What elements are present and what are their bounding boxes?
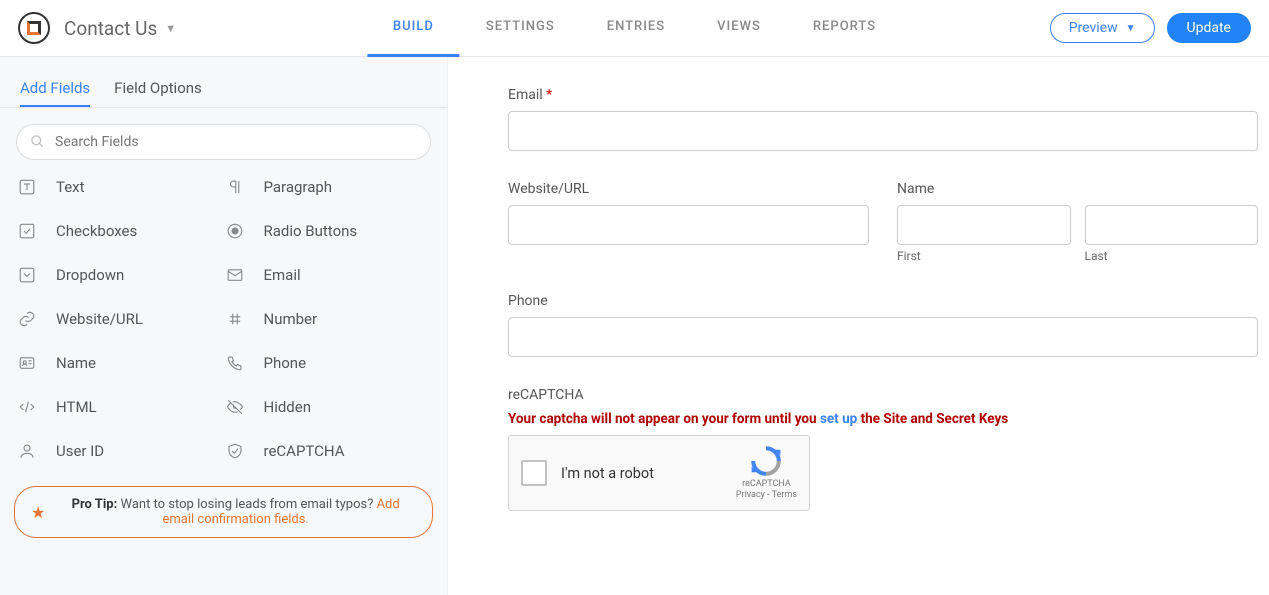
recaptcha-checkbox[interactable] [521, 460, 547, 486]
required-mark: * [546, 87, 552, 103]
text-icon [16, 176, 38, 198]
tab-views[interactable]: VIEWS [691, 0, 787, 57]
field-type-radio[interactable]: Radio Buttons [224, 220, 432, 242]
number-icon [224, 308, 246, 330]
sidebar-tab-add-fields[interactable]: Add Fields [20, 71, 90, 107]
field-website[interactable]: Website/URL [508, 181, 869, 263]
tab-settings[interactable]: SETTINGS [460, 0, 581, 57]
caret-down-icon: ▼ [1126, 23, 1136, 34]
update-button[interactable]: Update [1167, 13, 1251, 43]
hidden-icon [224, 396, 246, 418]
field-type-phone[interactable]: Phone [224, 352, 432, 374]
name-icon [16, 352, 38, 374]
tab-entries[interactable]: ENTRIES [581, 0, 691, 57]
protip-box: ★ Pro Tip: Want to stop losing leads fro… [14, 486, 433, 538]
field-type-paragraph[interactable]: Paragraph [224, 176, 432, 198]
field-name[interactable]: Name First Last [897, 181, 1258, 263]
field-type-name[interactable]: Name [16, 352, 224, 374]
last-name-input[interactable] [1085, 205, 1259, 245]
field-type-dropdown[interactable]: Dropdown [16, 264, 224, 286]
email-input[interactable] [508, 111, 1258, 151]
field-type-shield[interactable]: reCAPTCHA [224, 440, 432, 462]
field-type-user[interactable]: User ID [16, 440, 224, 462]
user-icon [16, 440, 38, 462]
shield-icon [224, 440, 246, 462]
field-email[interactable]: Email * [508, 87, 1258, 151]
recaptcha-warning: Your captcha will not appear on your for… [508, 411, 1258, 427]
search-input[interactable] [16, 124, 431, 160]
search-icon [30, 134, 45, 153]
field-type-html[interactable]: HTML [16, 396, 224, 418]
field-type-number[interactable]: Number [224, 308, 432, 330]
form-name-label: Contact Us [64, 17, 157, 40]
app-logo[interactable] [18, 12, 50, 44]
html-icon [16, 396, 38, 418]
field-recaptcha[interactable]: reCAPTCHA Your captcha will not appear o… [508, 387, 1258, 511]
checkbox-icon [16, 220, 38, 242]
recaptcha-logo: reCAPTCHA Privacy - Terms [736, 445, 797, 501]
dropdown-icon [16, 264, 38, 286]
sidebar-tab-field-options[interactable]: Field Options [114, 71, 202, 107]
field-type-url[interactable]: Website/URL [16, 308, 224, 330]
tab-reports[interactable]: REPORTS [787, 0, 902, 57]
first-name-input[interactable] [897, 205, 1071, 245]
phone-icon [224, 352, 246, 374]
radio-icon [224, 220, 246, 242]
field-type-email[interactable]: Email [224, 264, 432, 286]
field-type-text[interactable]: Text [16, 176, 224, 198]
field-type-checkbox[interactable]: Checkboxes [16, 220, 224, 242]
star-icon: ★ [31, 503, 45, 522]
field-phone[interactable]: Phone [508, 293, 1258, 357]
website-input[interactable] [508, 205, 869, 245]
tab-build[interactable]: BUILD [367, 0, 460, 57]
setup-link[interactable]: set up [820, 411, 857, 427]
caret-down-icon: ▼ [165, 22, 176, 35]
recaptcha-widget[interactable]: I'm not a robot reCAPTCHA Privacy - Term… [508, 435, 810, 511]
url-icon [16, 308, 38, 330]
preview-button[interactable]: Preview ▼ [1050, 13, 1155, 43]
field-type-hidden[interactable]: Hidden [224, 396, 432, 418]
email-icon [224, 264, 246, 286]
paragraph-icon [224, 176, 246, 198]
phone-input[interactable] [508, 317, 1258, 357]
form-name-dropdown[interactable]: Contact Us ▼ [64, 17, 176, 40]
